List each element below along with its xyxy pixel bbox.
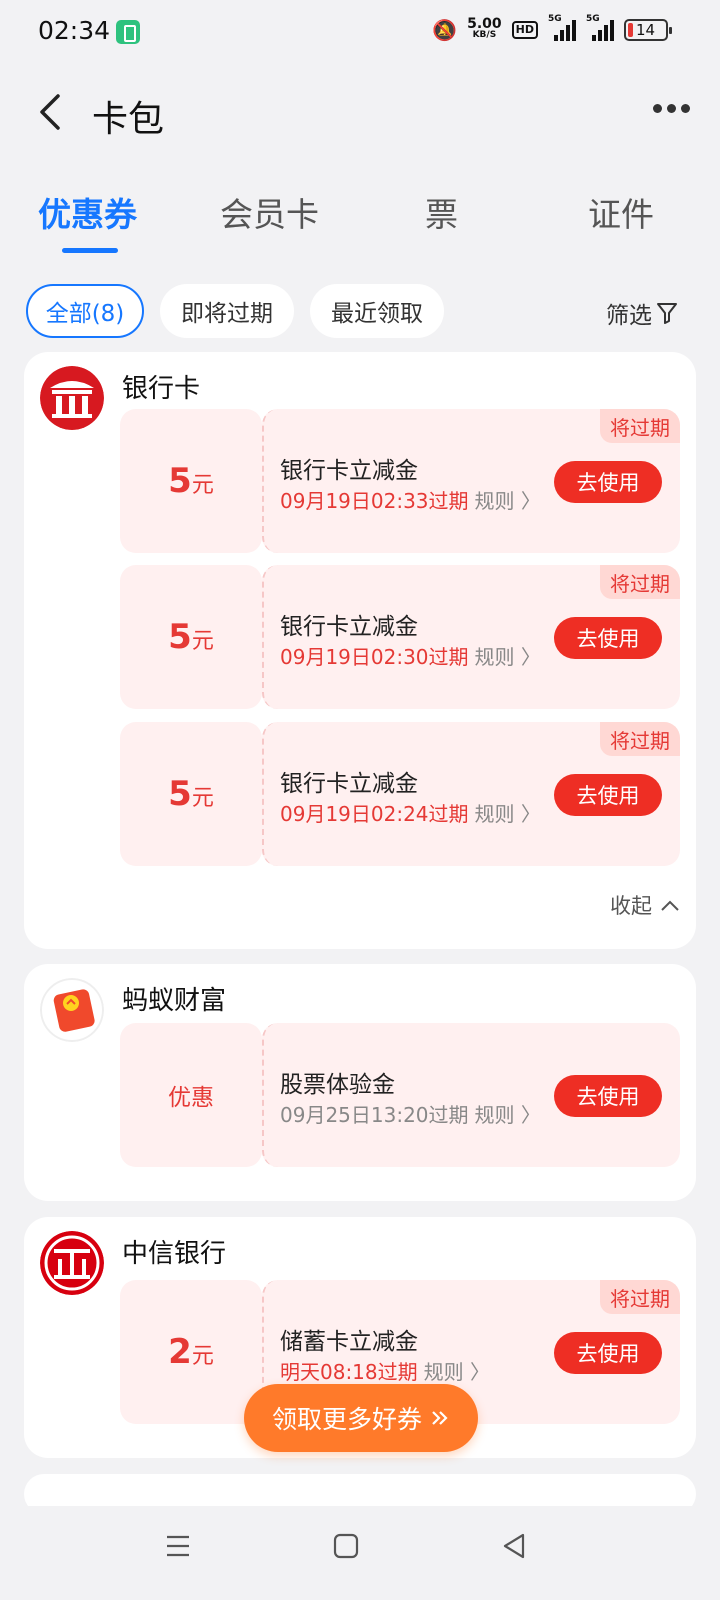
coupon-expiry: 09月19日02:30过期 规则 〉 [280, 645, 541, 669]
filter-chip-expiring[interactable]: 即将过期 [160, 284, 294, 338]
hd-voice-icon: HD [511, 21, 538, 39]
coupon-expiry: 明天08:18过期 规则 〉 [280, 1360, 490, 1384]
active-tab-indicator [62, 248, 118, 253]
tab-membership-cards[interactable]: 会员卡 [220, 188, 319, 236]
coupon-amount: 5元 [168, 461, 214, 501]
coupon-title: 银行卡立减金 [280, 771, 418, 797]
coupon-value: 5元 [120, 409, 262, 553]
coupon-title: 银行卡立减金 [280, 458, 418, 484]
coupon-title: 银行卡立减金 [280, 614, 418, 640]
use-coupon-button[interactable]: 去使用 [554, 461, 662, 503]
home-icon[interactable] [332, 1532, 360, 1560]
network-speed: 5.00 KB/S [467, 16, 502, 41]
coupon-details: 将过期 银行卡立减金 09月19日02:24过期 规则 〉 去使用 [262, 722, 680, 866]
double-chevron-right-icon [432, 1411, 448, 1425]
tab-tickets[interactable]: 票 [425, 188, 458, 236]
coupon-amount: 优惠 [168, 1085, 214, 1111]
brand-name: 银行卡 [122, 374, 201, 404]
filter-bar: 全部(8) 即将过期 最近领取 筛选 [0, 284, 720, 338]
coupon-amount: 5元 [168, 617, 214, 657]
coupon-item: 5元 将过期 银行卡立减金 09月19日02:33过期 规则 〉 去使用 [120, 409, 680, 553]
page-title: 卡包 [92, 99, 165, 140]
coupon-rule-link[interactable]: 规则 〉 [475, 489, 541, 513]
coupon-details: 股票体验金 09月25日13:20过期 规则 〉 去使用 [262, 1023, 680, 1167]
coupon-value: 5元 [120, 565, 262, 709]
coupon-details: 将过期 银行卡立减金 09月19日02:33过期 规则 〉 去使用 [262, 409, 680, 553]
use-coupon-button[interactable]: 去使用 [554, 1075, 662, 1117]
use-coupon-button[interactable]: 去使用 [554, 774, 662, 816]
back-arrow-icon[interactable] [34, 92, 70, 132]
network-speed-value: 5.00 [467, 16, 502, 32]
use-coupon-button[interactable]: 去使用 [554, 617, 662, 659]
sim1-network-label: 5G [548, 14, 562, 24]
funnel-icon [657, 303, 677, 324]
collapse-label: 收起 [610, 894, 652, 918]
use-coupon-button[interactable]: 去使用 [554, 1332, 662, 1374]
coupon-expiry: 09月25日13:20过期 规则 〉 [280, 1103, 541, 1127]
brand-name: 蚂蚁财富 [122, 986, 227, 1016]
coupon-rule-link[interactable]: 规则 〉 [475, 802, 541, 826]
coupon-details: 将过期 银行卡立减金 09月19日02:30过期 规则 〉 去使用 [262, 565, 680, 709]
coupon-title: 储蓄卡立减金 [280, 1329, 418, 1355]
coupon-value: 5元 [120, 722, 262, 866]
expiring-soon-badge: 将过期 [600, 722, 680, 756]
coupon-rule-link[interactable]: 规则 〉 [475, 1103, 541, 1127]
tab-ids[interactable]: 证件 [588, 188, 654, 236]
status-icons: 🔕 5.00 KB/S HD 5G 5G 14 [432, 14, 672, 42]
system-navigation-bar [0, 1506, 720, 1600]
filter-label: 筛选 [606, 303, 652, 329]
coupon-group-card: 银行卡 5元 将过期 银行卡立减金 09月19日02:33过期 规则 〉 去使用 … [24, 352, 696, 949]
coupon-group-card: 蚂蚁财富 优惠 股票体验金 09月25日13:20过期 规则 〉 去使用 [24, 964, 696, 1201]
bank-card-logo-icon [40, 366, 104, 430]
expiring-soon-badge: 将过期 [600, 409, 680, 443]
coupon-title: 股票体验金 [280, 1072, 395, 1098]
network-speed-unit: KB/S [472, 30, 497, 40]
expiring-soon-badge: 将过期 [600, 565, 680, 599]
coupon-expiry: 09月19日02:24过期 规则 〉 [280, 802, 541, 826]
coupon-amount: 5元 [168, 774, 214, 814]
battery-icon: 14 [624, 19, 672, 41]
filter-chip-recent[interactable]: 最近领取 [310, 284, 444, 338]
status-bar: 02:34 🔕 5.00 KB/S HD 5G 5G 14 [0, 0, 720, 64]
back-icon[interactable] [500, 1532, 528, 1560]
get-more-coupons-label: 领取更多好券 [271, 1405, 422, 1434]
get-more-coupons-button[interactable]: 领取更多好券 [244, 1384, 478, 1452]
battery-saver-icon [116, 20, 140, 44]
tab-bar: 优惠券 会员卡 票 证件 [0, 188, 720, 258]
coupon-value: 优惠 [120, 1023, 262, 1167]
signal-sim1-icon: 5G [548, 14, 576, 41]
chevron-up-icon [661, 900, 679, 911]
coupon-item: 优惠 股票体验金 09月25日13:20过期 规则 〉 去使用 [120, 1023, 680, 1167]
filter-button[interactable]: 筛选 [606, 296, 678, 330]
signal-sim2-icon: 5G [586, 14, 614, 41]
expiring-soon-badge: 将过期 [600, 1280, 680, 1314]
coupon-amount: 2元 [168, 1332, 214, 1372]
menu-icon[interactable] [164, 1532, 192, 1560]
more-options-icon[interactable] [653, 104, 690, 113]
tab-coupons[interactable]: 优惠券 [38, 188, 137, 236]
filter-chip-all[interactable]: 全部(8) [26, 284, 144, 338]
status-time: 02:34 [38, 16, 111, 45]
coupon-value: 2元 [120, 1280, 262, 1424]
citic-bank-logo-icon [40, 1231, 104, 1295]
coupon-rule-link[interactable]: 规则 〉 [424, 1360, 490, 1384]
sim2-network-label: 5G [586, 14, 600, 24]
coupon-item: 5元 将过期 银行卡立减金 09月19日02:24过期 规则 〉 去使用 [120, 722, 680, 866]
collapse-button[interactable]: 收起 [610, 890, 680, 920]
ant-fortune-logo-icon [40, 978, 104, 1042]
coupon-expiry: 09月19日02:33过期 规则 〉 [280, 489, 541, 513]
brand-name: 中信银行 [122, 1239, 227, 1269]
coupon-rule-link[interactable]: 规则 〉 [475, 645, 541, 669]
mute-bell-icon: 🔕 [432, 18, 458, 42]
header: 卡包 [0, 76, 720, 146]
coupon-item: 5元 将过期 银行卡立减金 09月19日02:30过期 规则 〉 去使用 [120, 565, 680, 709]
